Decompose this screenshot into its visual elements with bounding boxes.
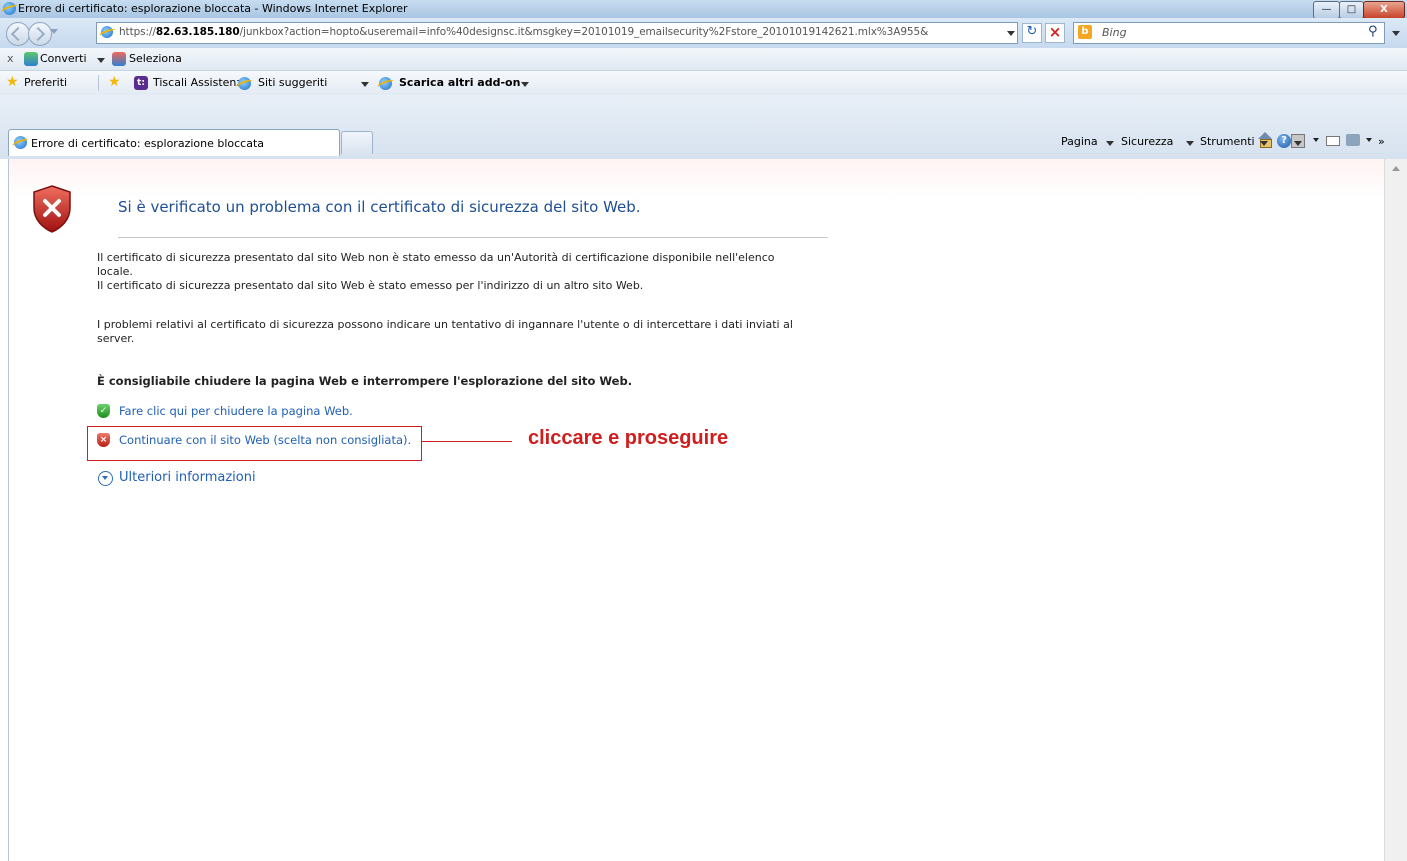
url-host: 82.63.185.180 xyxy=(155,26,240,38)
tools-menu[interactable]: Strumenti xyxy=(1200,135,1255,148)
add-to-favorites-bar-icon[interactable]: ★ xyxy=(108,74,121,90)
pdf-toolbar: x Converti Seleziona xyxy=(0,48,1407,71)
annotation-text: cliccare e proseguire xyxy=(528,427,729,449)
safety-menu[interactable]: Sicurezza xyxy=(1121,135,1173,148)
new-tab-button[interactable] xyxy=(341,131,373,154)
help-icon[interactable]: ? xyxy=(1277,134,1291,148)
red-shield-icon: × xyxy=(97,433,110,447)
tools-menu-dropdown-icon[interactable] xyxy=(1260,141,1268,146)
search-input[interactable]: b Bing xyxy=(1073,22,1385,44)
convert-button[interactable]: Converti xyxy=(40,52,87,65)
suggested-sites-dropdown-icon[interactable] xyxy=(361,82,369,87)
stop-button[interactable]: × xyxy=(1045,23,1065,43)
recent-pages-dropdown-icon[interactable] xyxy=(50,29,58,34)
toolbar-close-icon[interactable]: x xyxy=(7,52,14,65)
fav-get-more-addons[interactable]: Scarica altri add-on xyxy=(399,76,520,89)
address-dropdown-icon[interactable] xyxy=(1007,31,1015,36)
risk-explanation: I problemi relativi al certificato di si… xyxy=(97,318,793,345)
favorites-star-icon: ★ xyxy=(6,74,19,90)
explanation-line-2: locale. xyxy=(97,265,133,278)
refresh-button[interactable]: ↻ xyxy=(1022,23,1042,43)
select-icon xyxy=(112,52,126,66)
close-icon: X xyxy=(1380,4,1388,15)
more-info-link[interactable]: Ulteriori informazioni xyxy=(119,470,256,485)
page-ie-icon xyxy=(101,26,113,38)
close-window-button[interactable]: X xyxy=(1363,1,1405,19)
suggested-sites-icon xyxy=(238,77,251,90)
annotation-connector xyxy=(421,441,512,442)
refresh-icon: ↻ xyxy=(1026,24,1038,39)
certificate-explanation: Il certificato di sicurezza presentato d… xyxy=(97,251,837,293)
back-button[interactable] xyxy=(6,22,30,46)
page-menu[interactable]: Pagina xyxy=(1061,135,1098,148)
page-heading: Si è verificato un problema con il certi… xyxy=(118,198,641,216)
error-shield-icon xyxy=(33,185,71,233)
green-shield-icon: ✓ xyxy=(97,404,110,418)
close-page-link[interactable]: Fare clic qui per chiudere la pagina Web… xyxy=(119,404,353,418)
search-icon[interactable]: ⚲ xyxy=(1368,24,1378,39)
explanation-line-3: Il certificato di sicurezza presentato d… xyxy=(97,279,644,292)
title-bar: Errore di certificato: esplorazione bloc… xyxy=(0,0,1407,19)
tab-ie-icon xyxy=(14,136,27,149)
expand-more-info-icon[interactable] xyxy=(98,471,113,486)
addons-icon xyxy=(379,77,392,90)
feeds-dropdown-icon[interactable] xyxy=(1313,138,1319,142)
address-bar[interactable]: https://82.63.185.180/junkbox?action=hop… xyxy=(96,22,1018,44)
help-dropdown-icon[interactable] xyxy=(1294,141,1302,146)
stop-icon: × xyxy=(1048,23,1062,41)
convert-dropdown-icon[interactable] xyxy=(97,58,105,63)
addons-dropdown-icon[interactable] xyxy=(521,82,529,87)
vertical-scrollbar[interactable] xyxy=(1384,159,1407,861)
address-url[interactable]: https://82.63.185.180/junkbox?action=hop… xyxy=(119,26,928,38)
continue-to-site-link[interactable]: Continuare con il sito Web (scelta non c… xyxy=(119,433,411,447)
favorites-button[interactable]: Preferiti xyxy=(24,76,67,89)
print-dropdown-icon[interactable] xyxy=(1366,138,1372,142)
tab-bar: Errore di certificato: esplorazione bloc… xyxy=(0,95,1407,159)
url-prefix: https:// xyxy=(119,26,156,38)
bing-icon: b xyxy=(1078,25,1092,39)
select-button[interactable]: Seleziona xyxy=(129,52,182,65)
safety-menu-dropdown-icon[interactable] xyxy=(1186,141,1194,146)
heading-divider xyxy=(118,237,828,238)
command-bar-overflow[interactable]: » xyxy=(1378,135,1385,148)
maximize-button[interactable]: □ xyxy=(1339,1,1364,19)
read-mail-icon[interactable] xyxy=(1326,136,1340,146)
favorites-separator xyxy=(98,75,99,91)
ie-logo-icon xyxy=(3,2,16,15)
minimize-button[interactable]: — xyxy=(1313,1,1340,19)
print-icon[interactable] xyxy=(1346,134,1360,146)
recommendation-text: È consigliabile chiudere la pagina Web e… xyxy=(97,374,633,388)
favorites-bar: ★ Preferiti ★ t: Tiscali Assistenza Siti… xyxy=(0,71,1407,95)
page-menu-dropdown-icon[interactable] xyxy=(1106,141,1114,146)
navigation-bar: https://82.63.185.180/junkbox?action=hop… xyxy=(0,18,1407,48)
url-path: /junkbox?action=hopto&useremail=info%40d… xyxy=(239,26,929,38)
maximize-icon: □ xyxy=(1346,4,1357,15)
tab-title: Errore di certificato: esplorazione bloc… xyxy=(31,137,265,150)
scroll-up-icon[interactable] xyxy=(1392,166,1400,171)
convert-icon xyxy=(24,52,38,66)
search-placeholder: Bing xyxy=(1102,26,1127,39)
fav-tiscali-assistenza[interactable]: Tiscali Assistenza xyxy=(153,76,249,89)
search-options-dropdown-icon[interactable] xyxy=(1392,31,1400,36)
tab-certificate-error[interactable]: Errore di certificato: esplorazione bloc… xyxy=(8,129,340,156)
forward-button[interactable] xyxy=(28,22,52,46)
minimize-icon: — xyxy=(1321,4,1332,15)
window-title: Errore di certificato: esplorazione bloc… xyxy=(18,2,408,15)
tiscali-icon: t: xyxy=(134,76,148,90)
fav-suggested-sites[interactable]: Siti suggeriti xyxy=(258,76,327,89)
explanation-line-1: Il certificato di sicurezza presentato d… xyxy=(97,251,775,264)
